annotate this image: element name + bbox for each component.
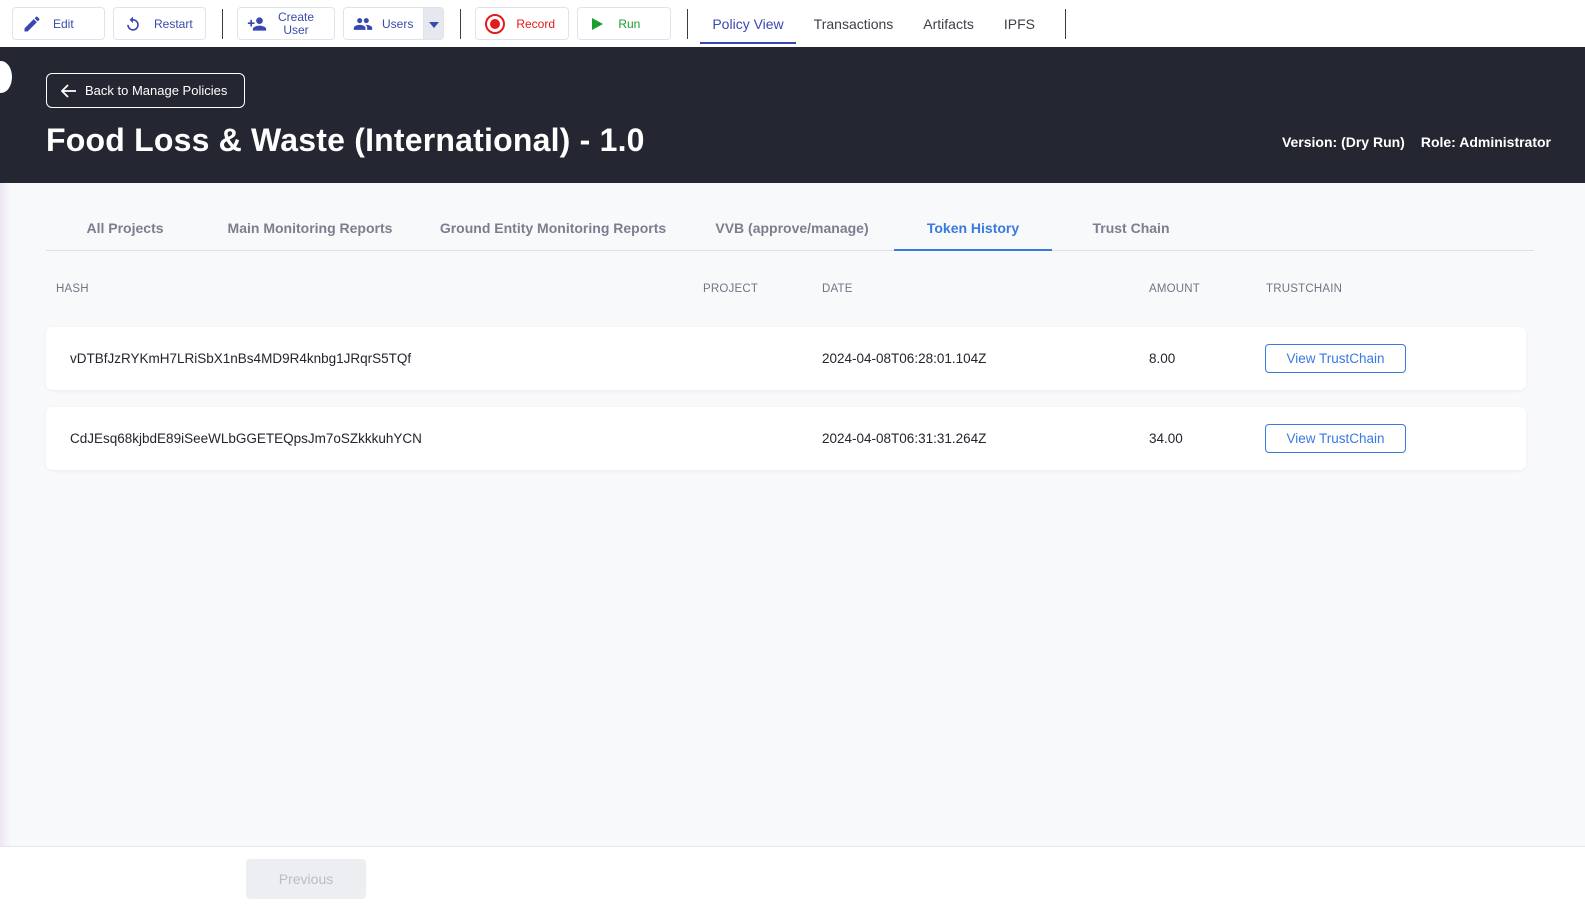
back-label: Back to Manage Policies [85,83,228,98]
run-button[interactable]: Run [577,7,672,40]
toolbar-divider [460,8,462,39]
policy-header: Back to Manage Policies Food Loss & Wast… [0,47,1585,183]
create-user-button[interactable]: Create User [237,7,335,40]
table-row: CdJEsq68kjbdE89iSeeWLbGGETEQpsJm7oSZkkku… [46,407,1526,470]
amount-cell: 34.00 [1149,431,1183,446]
chevron-down-icon [428,15,439,33]
tab-trust-chain[interactable]: Trust Chain [1052,205,1210,250]
users-dropdown-toggle[interactable] [423,8,444,39]
column-header-date: DATE [822,283,853,295]
create-user-label-line1: Create [278,9,315,24]
pencil-icon [21,13,43,35]
column-header-trustchain: TRUSTCHAIN [1266,283,1343,295]
record-button[interactable]: Record [475,7,570,40]
pagination-footer: Previous [0,846,1585,915]
nav-tab-artifacts[interactable]: Artifacts [911,3,986,44]
tab-all-projects[interactable]: All Projects [46,205,204,250]
play-icon [586,13,608,35]
users-split-button: Users [343,7,445,40]
edit-label: Edit [53,16,74,31]
users-label: Users [382,16,414,31]
toolbar-divider [687,8,689,39]
users-group-icon [352,14,374,34]
view-trustchain-button[interactable]: View TrustChain [1265,424,1406,453]
date-cell: 2024-04-08T06:31:31.264Z [822,431,987,446]
column-header-amount: AMOUNT [1149,283,1201,295]
back-to-manage-policies-button[interactable]: Back to Manage Policies [46,73,245,108]
nav-tab-transactions[interactable]: Transactions [802,3,906,44]
column-header-project: PROJECT [703,283,759,295]
amount-cell: 8.00 [1149,351,1176,366]
tab-ground-entity-monitoring-reports[interactable]: Ground Entity Monitoring Reports [416,205,690,250]
record-label: Record [516,16,556,31]
hash-cell: CdJEsq68kjbdE89iSeeWLbGGETEQpsJm7oSZkkku… [70,431,422,446]
run-label: Run [618,16,641,31]
restart-button[interactable]: Restart [113,7,206,40]
role-label: Role: Administrator [1420,134,1551,150]
arrow-left-icon [61,83,77,98]
hash-cell: vDTBfJzRYKmH7LRiSbX1nBs4MD9R4knbg1JRqrS5… [70,351,412,366]
toolbar-divider [1065,8,1066,39]
add-user-icon [246,13,268,35]
previous-page-button[interactable]: Previous [246,859,366,899]
policy-tabs: All Projects Main Monitoring Reports Gro… [46,205,1534,251]
users-button[interactable]: Users [344,8,424,39]
policy-toolbar: Edit Restart Create User Users Record Ru… [0,0,1585,47]
toolbar-divider [222,8,223,39]
edit-button[interactable]: Edit [12,7,105,40]
restart-icon [122,13,144,35]
nav-tab-ipfs[interactable]: IPFS [992,3,1047,44]
tab-main-monitoring-reports[interactable]: Main Monitoring Reports [204,205,416,250]
nav-tab-policy-view[interactable]: Policy View [700,3,797,44]
create-user-label-line2: User [283,22,309,37]
column-header-hash: HASH [56,283,89,295]
page-title: Food Loss & Waste (International) - 1.0 [46,122,645,158]
table-row: vDTBfJzRYKmH7LRiSbX1nBs4MD9R4knbg1JRqrS5… [46,327,1526,390]
restart-label: Restart [154,16,193,31]
header-meta: Version: (Dry Run) Role: Administrator [1282,134,1551,150]
tab-token-history[interactable]: Token History [894,205,1052,251]
date-cell: 2024-04-08T06:28:01.104Z [822,351,987,366]
record-icon [484,13,506,35]
version-label: Version: (Dry Run) [1281,134,1405,150]
tab-vvb-approve-manage[interactable]: VVB (approve/manage) [690,205,894,250]
view-trustchain-button[interactable]: View TrustChain [1265,344,1406,373]
